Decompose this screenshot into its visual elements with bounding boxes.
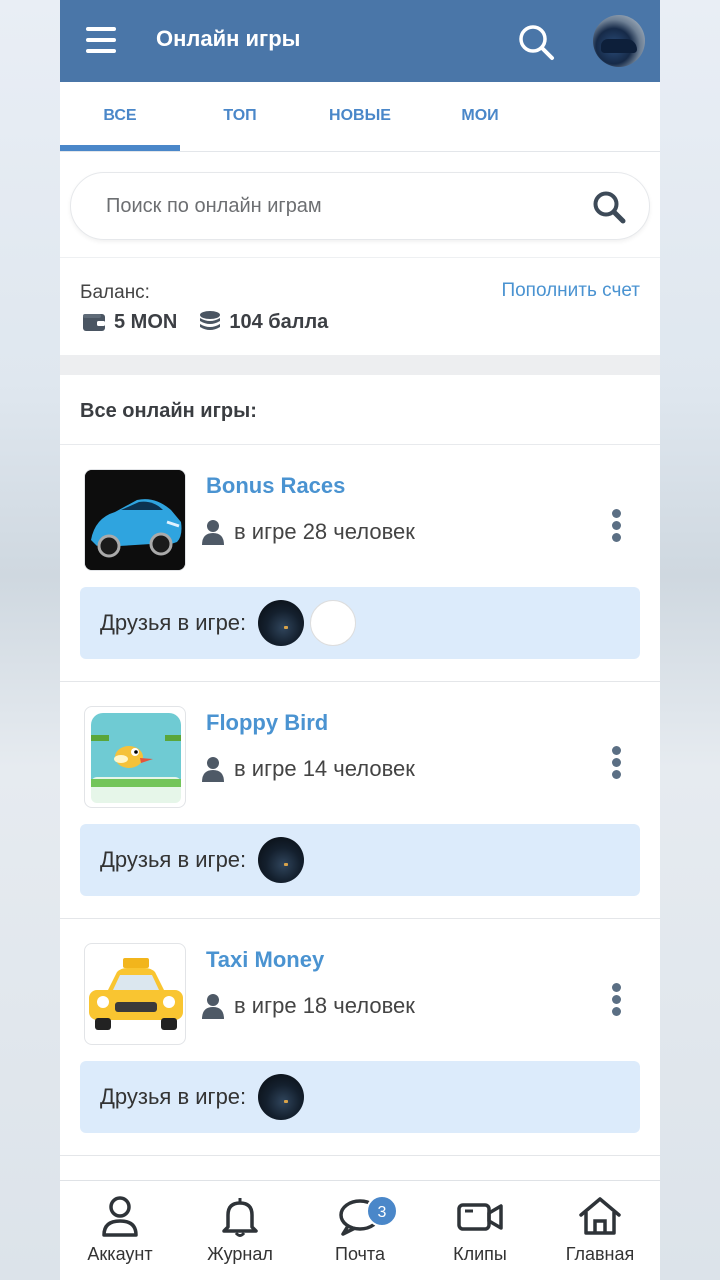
bell-icon: [222, 1198, 258, 1237]
game-thumbnail-floppy-bird[interactable]: [84, 706, 186, 808]
list-item: Floppy Bird в игре 14 человек Друзья в и…: [60, 682, 660, 919]
players-text: в игре 14 человек: [234, 756, 415, 781]
nav-journal[interactable]: Журнал: [180, 1181, 300, 1280]
nav-home[interactable]: Главная: [540, 1181, 660, 1280]
balance-points: 104 балла: [229, 310, 329, 333]
players-count: в игре 14 человек: [202, 756, 415, 782]
bottom-nav: Аккаунт Журнал 3 Почта Клипы Главная: [60, 1180, 660, 1280]
nav-label: Клипы: [453, 1244, 507, 1264]
more-options-icon[interactable]: [604, 746, 628, 782]
balance-label: Баланс:: [80, 282, 150, 303]
tab-mine[interactable]: МОИ: [420, 82, 540, 151]
search-button-icon[interactable]: [591, 189, 627, 225]
game-title[interactable]: Bonus Races: [206, 473, 345, 499]
game-title[interactable]: Taxi Money: [206, 947, 324, 973]
tab-new[interactable]: НОВЫЕ: [300, 82, 420, 151]
search-box: [70, 172, 650, 240]
backdrop-left: [0, 0, 60, 1280]
more-options-icon[interactable]: [604, 983, 628, 1019]
friends-in-game: Друзья в игре:: [80, 824, 640, 896]
wallet-icon: [83, 314, 105, 331]
user-icon: [202, 757, 224, 782]
bird-icon: [91, 713, 181, 803]
home-icon: [579, 1197, 621, 1235]
games-list: Все онлайн игры: Bonus Races в игре 28 ч…: [60, 375, 660, 1196]
unread-badge: 3: [366, 1195, 398, 1227]
nav-label: Почта: [335, 1244, 385, 1264]
players-count: в игре 18 человек: [202, 993, 415, 1019]
friends-in-game: Друзья в игре:: [80, 587, 640, 659]
list-item: Bonus Races в игре 28 человек Друзья в и…: [60, 445, 660, 682]
tab-bar: ВСЕ ТОП НОВЫЕ МОИ: [60, 82, 660, 152]
coins-icon: [200, 311, 221, 330]
balance-panel: Баланс: Пополнить счет 5 MON 104 балла: [60, 257, 660, 355]
nav-label: Аккаунт: [87, 1244, 153, 1264]
taxi-icon: [89, 958, 183, 1030]
players-count: в игре 28 человек: [202, 519, 415, 545]
user-icon: [102, 1196, 138, 1237]
game-thumbnail-bonus-races[interactable]: [84, 469, 186, 571]
friends-label: Друзья в игре:: [100, 610, 247, 635]
race-car-icon: [85, 470, 185, 570]
tab-all[interactable]: ВСЕ: [60, 82, 180, 151]
friends-label: Друзья в игре:: [100, 847, 247, 872]
hamburger-icon[interactable]: [86, 27, 116, 53]
app-window: Онлайн игры ВСЕ ТОП НОВЫЕ МОИ Баланс: По…: [60, 0, 660, 1280]
avatar[interactable]: [593, 15, 645, 67]
nav-account[interactable]: Аккаунт: [60, 1181, 180, 1280]
page-title: Онлайн игры: [156, 26, 301, 51]
topup-link[interactable]: Пополнить счет: [501, 280, 640, 302]
nav-label: Главная: [565, 1244, 635, 1264]
top-bar: Онлайн игры: [60, 0, 660, 82]
nav-mail[interactable]: 3 Почта: [300, 1181, 420, 1280]
friend-avatar[interactable]: [310, 600, 357, 646]
backdrop-right: [660, 0, 720, 1280]
nav-clips[interactable]: Клипы: [420, 1181, 540, 1280]
balance-money: 5 MON: [114, 310, 178, 333]
players-text: в игре 28 человек: [234, 519, 415, 544]
search-icon[interactable]: [516, 22, 556, 62]
nav-label: Журнал: [207, 1244, 273, 1264]
friends-in-game: Друзья в игре:: [80, 1061, 640, 1133]
more-options-icon[interactable]: [604, 509, 628, 545]
balance-values: 5 MON 104 балла: [82, 310, 328, 334]
friends-label: Друзья в игре:: [100, 1084, 247, 1109]
list-item: Taxi Money в игре 18 человек Друзья в иг…: [60, 919, 660, 1156]
friend-avatar[interactable]: [258, 600, 305, 646]
user-icon: [202, 520, 224, 545]
tab-top[interactable]: ТОП: [180, 82, 300, 151]
search-input[interactable]: [106, 194, 526, 218]
search-section: [60, 152, 660, 257]
video-camera-icon: [457, 1203, 503, 1231]
games-section-title: Все онлайн игры:: [60, 375, 660, 445]
user-icon: [202, 994, 224, 1019]
friend-avatar[interactable]: [258, 1074, 305, 1120]
game-thumbnail-taxi-money[interactable]: [84, 943, 186, 1045]
game-title[interactable]: Floppy Bird: [206, 710, 328, 736]
players-text: в игре 18 человек: [234, 993, 415, 1018]
friend-avatar[interactable]: [258, 837, 305, 883]
